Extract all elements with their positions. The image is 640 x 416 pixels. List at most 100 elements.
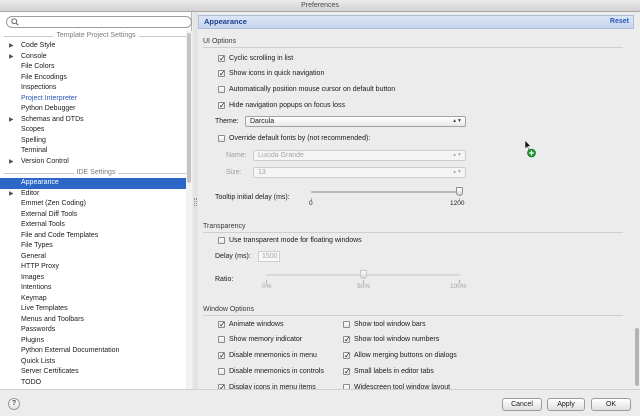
checkbox-box[interactable]: [343, 321, 350, 328]
delay-label: Delay (ms):: [215, 253, 251, 260]
checkbox-label: Animate windows: [229, 321, 284, 328]
checkbox-box[interactable]: [218, 368, 225, 375]
ratio-slider[interactable]: [266, 270, 460, 280]
checkbox-label: Widescreen tool window layout: [354, 384, 451, 389]
tree-item-label: Terminal: [21, 147, 48, 154]
tree-item-label: HTTP Proxy: [21, 263, 59, 270]
checkbox-box[interactable]: [218, 53, 226, 64]
theme-label: Theme:: [215, 118, 239, 125]
tree-item-plugins[interactable]: Plugins: [0, 336, 186, 347]
tree-item-appearance[interactable]: Appearance: [0, 178, 186, 189]
tree-item-inspections[interactable]: Inspections: [0, 83, 186, 94]
expand-arrow-icon[interactable]: ▶: [9, 52, 14, 63]
ui-options-section: UI Options: [203, 37, 623, 48]
tree-item-images[interactable]: Images: [0, 273, 186, 284]
theme-select[interactable]: Darcula ▲▼: [245, 116, 466, 127]
splitter-grip-icon: [194, 198, 197, 206]
window-title-bar: Preferences: [0, 0, 640, 12]
tree-item-project-interpreter[interactable]: Project Interpreter: [0, 94, 186, 105]
tree-item-label: Console: [21, 52, 47, 60]
tree-item-label: Live Templates: [21, 305, 68, 312]
section-divider: [203, 47, 623, 48]
tree-item-http-proxy[interactable]: HTTP Proxy: [0, 262, 186, 273]
search-input[interactable]: [6, 16, 192, 28]
checkbox-box[interactable]: [218, 135, 225, 142]
tree-item-file-types[interactable]: File Types: [0, 241, 186, 252]
checkbox-label: Show memory indicator: [229, 336, 303, 343]
tree-item-python-external-documentation[interactable]: Python External Documentation: [0, 346, 186, 357]
tree-item-python-debugger[interactable]: Python Debugger: [0, 104, 186, 115]
reset-link[interactable]: Reset: [610, 16, 629, 28]
tree-item-code-style[interactable]: ▶ Code Style: [0, 41, 186, 52]
tree-item-live-templates[interactable]: Live Templates: [0, 304, 186, 315]
tree-item-passwords[interactable]: Passwords: [0, 325, 186, 336]
expand-arrow-icon[interactable]: ▶: [9, 157, 14, 168]
tree-item-label: Python Debugger: [21, 105, 76, 112]
slider-thumb[interactable]: [456, 187, 463, 196]
checkbox-label: Display icons in menu items: [229, 384, 316, 389]
tree-item-todo[interactable]: TODO: [0, 378, 186, 389]
tree-item-external-tools[interactable]: External Tools: [0, 220, 186, 231]
tree-item-general[interactable]: General: [0, 252, 186, 263]
tree-item-editor[interactable]: ▶ Editor: [0, 189, 186, 200]
checkbox-box[interactable]: [218, 68, 226, 79]
tree-item-terminal[interactable]: Terminal: [0, 146, 186, 157]
expand-arrow-icon[interactable]: ▶: [9, 41, 14, 52]
apply-label: Apply: [557, 401, 575, 408]
tooltip-delay-slider[interactable]: [311, 187, 463, 197]
tree-scrollbar-thumb[interactable]: [187, 33, 191, 183]
tree-item-schemas-and-dtds[interactable]: ▶ Schemas and DTDs: [0, 115, 186, 126]
tree-item-console[interactable]: ▶ Console: [0, 52, 186, 63]
tree-item-file-colors[interactable]: File Colors: [0, 62, 186, 73]
tree-item-label: Quick Lists: [21, 357, 56, 365]
font-name-select[interactable]: Lucida Grande ▲▼: [253, 150, 466, 161]
checkbox-box[interactable]: [218, 350, 226, 361]
checkbox-box[interactable]: [218, 336, 225, 343]
tree-item-version-control[interactable]: ▶ Version Control: [0, 157, 186, 168]
tree-item-label: Emmet (Zen Coding): [21, 200, 86, 207]
checkbox-box[interactable]: [218, 100, 226, 111]
tree-item-external-diff-tools[interactable]: External Diff Tools: [0, 210, 186, 221]
tree-item-keymap[interactable]: Keymap: [0, 294, 186, 305]
tree-item-intentions[interactable]: Intentions: [0, 283, 186, 294]
tooltip-delay-label: Tooltip initial delay (ms):: [215, 194, 290, 201]
tree-item-file-and-code-templates[interactable]: File and Code Templates: [0, 231, 186, 242]
tree-item-menus-and-toolbars[interactable]: Menus and Toolbars: [0, 315, 186, 326]
help-button[interactable]: ?: [8, 398, 20, 410]
tree-item-file-encodings[interactable]: File Encodings: [0, 73, 186, 84]
checkbox-box[interactable]: [218, 319, 226, 330]
expand-arrow-icon[interactable]: ▶: [9, 189, 14, 200]
section-divider: [203, 232, 623, 233]
font-size-select[interactable]: 13 ▲▼: [253, 167, 466, 178]
checkbox-box[interactable]: [343, 334, 351, 345]
tree-item-quick-lists[interactable]: Quick Lists: [0, 357, 186, 368]
copy-cursor-icon: [525, 140, 536, 158]
tree-item-label: Passwords: [21, 326, 56, 333]
checkbox-box[interactable]: [343, 366, 351, 377]
expand-arrow-icon[interactable]: ▶: [9, 115, 14, 126]
window-options-section: Window Options: [203, 305, 623, 316]
transparency-section: Transparency: [203, 222, 623, 233]
tree-item-spelling[interactable]: Spelling: [0, 136, 186, 147]
tree-item-scopes[interactable]: Scopes: [0, 125, 186, 136]
slider-thumb[interactable]: [359, 270, 367, 279]
delay-input[interactable]: 1500: [258, 251, 280, 262]
ok-button[interactable]: OK: [591, 398, 631, 411]
tree-scrollbar[interactable]: [186, 31, 192, 389]
tree-item-emmet-zen-coding[interactable]: Emmet (Zen Coding): [0, 199, 186, 210]
checkbox-box[interactable]: [218, 237, 225, 244]
tooltip-min-label: 0: [309, 200, 313, 207]
panel-scrollbar[interactable]: [634, 30, 640, 389]
apply-button[interactable]: Apply: [547, 398, 585, 411]
panel-scrollbar-thumb[interactable]: [635, 328, 639, 386]
cancel-button[interactable]: Cancel: [502, 398, 542, 411]
checkbox-box[interactable]: [218, 86, 225, 93]
tree-item-label: Project Interpreter: [21, 94, 78, 102]
checkbox-label: Show tool window bars: [354, 321, 426, 328]
tree-item-server-certificates[interactable]: Server Certificates: [0, 367, 186, 378]
checkbox-box[interactable]: [343, 350, 351, 361]
tree-item-label: Version Control: [21, 157, 69, 165]
tree-item-label: Schemas and DTDs: [21, 115, 84, 123]
dialog-button-bar: ? Cancel Apply OK: [0, 389, 640, 416]
tree-item-label: TODO: [21, 378, 42, 386]
